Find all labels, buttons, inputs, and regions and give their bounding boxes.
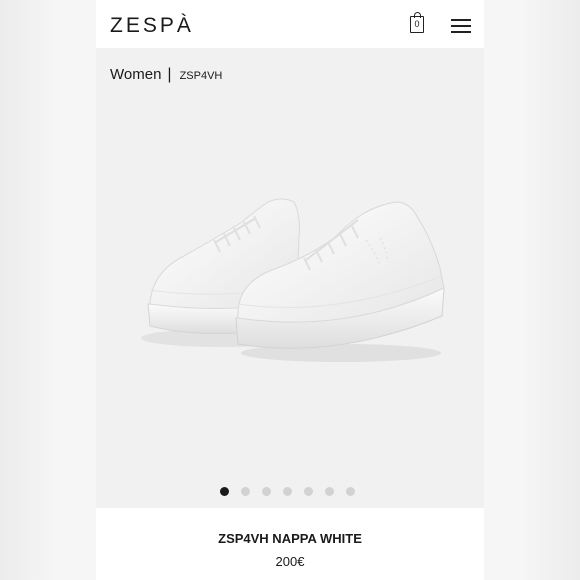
hamburger-menu-icon[interactable]: [451, 19, 471, 33]
product-info: ZSP4VH NAPPA WHITE 200€: [96, 508, 484, 580]
cart-count: 0: [414, 19, 420, 29]
white-sneakers-image: [141, 198, 445, 362]
carousel-dot[interactable]: [241, 487, 250, 496]
menu-line: [451, 25, 471, 27]
carousel-dot[interactable]: [283, 487, 292, 496]
breadcrumb-category[interactable]: Women: [110, 66, 161, 83]
carousel-dot[interactable]: [346, 487, 355, 496]
product-title: ZSP4VH NAPPA WHITE: [218, 531, 362, 546]
menu-line: [451, 31, 471, 33]
carousel-dot[interactable]: [325, 487, 334, 496]
carousel-dot-active[interactable]: [220, 487, 229, 496]
site-header: ZESPÀ 0: [96, 0, 484, 48]
image-carousel-dots: [220, 487, 355, 496]
product-page: ZESPÀ 0 Women | ZSP4VH ZSP4VH NAPPA WHIT…: [96, 0, 484, 580]
carousel-dot[interactable]: [304, 487, 313, 496]
breadcrumb-product-code: ZSP4VH: [179, 70, 223, 82]
brand-logo[interactable]: ZESPÀ: [110, 14, 194, 38]
breadcrumb: Women | ZSP4VH: [110, 66, 222, 84]
menu-line: [451, 19, 471, 21]
cart-button[interactable]: 0: [410, 12, 424, 33]
product-price: 200€: [275, 554, 305, 569]
product-image[interactable]: [96, 90, 484, 470]
breadcrumb-separator: |: [167, 66, 172, 83]
carousel-dot[interactable]: [262, 487, 271, 496]
